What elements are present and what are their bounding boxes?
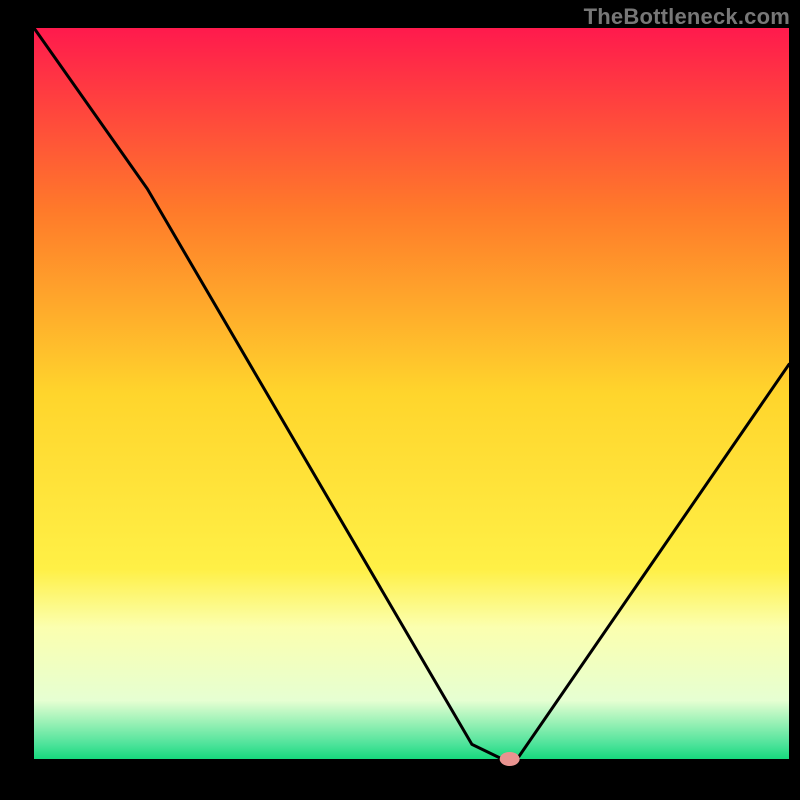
bottleneck-chart <box>0 0 800 800</box>
attribution-text: TheBottleneck.com <box>584 4 790 30</box>
chart-frame: TheBottleneck.com <box>0 0 800 800</box>
plot-background <box>34 28 789 759</box>
optimal-point-marker <box>500 752 520 766</box>
